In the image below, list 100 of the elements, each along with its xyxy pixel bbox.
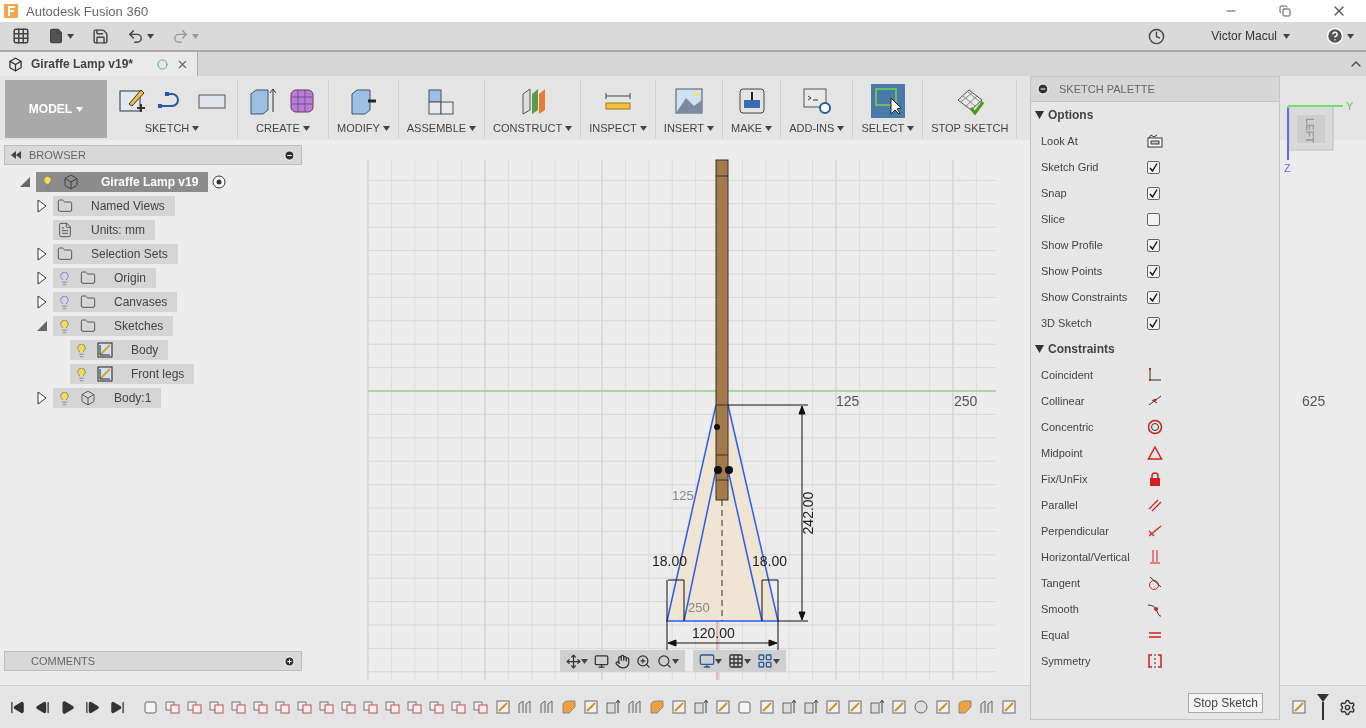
lightbulb-icon[interactable] xyxy=(74,366,89,382)
expanded-arrow-icon[interactable] xyxy=(18,175,32,189)
timeline-feature-icon[interactable] xyxy=(869,699,885,715)
perpendicular-icon[interactable] xyxy=(1147,523,1163,539)
timeline-feature-icon[interactable] xyxy=(385,699,401,715)
browser-item[interactable]: Selection Sets xyxy=(53,244,178,264)
timeline-feature-icon[interactable] xyxy=(341,699,357,715)
minimize-icon[interactable] xyxy=(1037,83,1049,95)
ribbon-menu-button[interactable]: CREATE xyxy=(256,122,310,134)
ribbon-menu-button[interactable]: STOP SKETCH xyxy=(931,122,1009,134)
lightbulb-icon[interactable] xyxy=(74,342,89,358)
timeline-feature-icon[interactable] xyxy=(297,699,313,715)
user-menu-button[interactable]: Victor Macul xyxy=(1205,28,1296,44)
stop-sketch-button[interactable]: Stop Sketch xyxy=(1188,693,1263,713)
look-at-button[interactable] xyxy=(1147,134,1163,148)
collapsed-arrow-icon[interactable] xyxy=(35,271,49,285)
section-header[interactable]: Options xyxy=(1031,102,1279,128)
timeline-feature-icon[interactable] xyxy=(451,699,467,715)
timeline-feature-icon[interactable] xyxy=(561,699,577,715)
ribbon-menu-button[interactable]: SKETCH xyxy=(144,122,200,134)
browser-item[interactable]: Sketches xyxy=(53,316,174,336)
lightbulb-icon[interactable] xyxy=(57,318,72,334)
grid-settings-button[interactable] xyxy=(728,653,751,669)
ribbon-menu-button[interactable]: ADD-INS xyxy=(789,122,845,134)
timeline-feature-icon[interactable] xyxy=(209,699,225,715)
checkbox[interactable] xyxy=(1147,264,1160,278)
browser-item[interactable]: Canvases xyxy=(53,292,178,312)
first-step-button[interactable] xyxy=(10,699,25,715)
timeline-feature-icon[interactable] xyxy=(693,699,709,715)
timeline-feature-icon[interactable] xyxy=(363,699,379,715)
timeline-feature-icon[interactable] xyxy=(539,699,555,715)
timeline-feature-icon[interactable] xyxy=(1001,699,1017,715)
timeline-feature-icon[interactable] xyxy=(583,699,599,715)
fit-button[interactable] xyxy=(657,653,679,669)
timeline-feature-icon[interactable] xyxy=(231,699,247,715)
timeline-feature-icon[interactable] xyxy=(319,699,335,715)
timeline-feature-icon[interactable] xyxy=(275,699,291,715)
triangle-icon[interactable] xyxy=(1147,445,1163,461)
play-button[interactable] xyxy=(60,699,75,715)
timeline-feature-icon[interactable] xyxy=(715,699,731,715)
ribbon-menu-button[interactable]: MODIFY xyxy=(337,122,390,134)
document-tab[interactable]: Giraffe Lamp v19* xyxy=(0,52,198,76)
smooth-icon[interactable] xyxy=(1147,601,1163,617)
collapsed-arrow-icon[interactable] xyxy=(35,199,49,213)
coincident-icon[interactable] xyxy=(1147,367,1163,383)
timeline-feature-icon[interactable] xyxy=(781,699,797,715)
timeline-feature-icon[interactable] xyxy=(165,699,181,715)
view-cube-drawing[interactable] xyxy=(1287,105,1344,161)
concentric-icon[interactable] xyxy=(1147,419,1163,435)
checkbox[interactable] xyxy=(1147,212,1160,226)
select-cursor-icon[interactable] xyxy=(870,84,905,118)
ribbon-menu-button[interactable]: ASSEMBLE xyxy=(406,122,477,134)
checkbox[interactable] xyxy=(1147,238,1160,252)
settings-button[interactable] xyxy=(1339,698,1356,716)
browser-item[interactable]: Body:1 xyxy=(53,388,162,408)
browser-item[interactable]: Units: mm xyxy=(53,220,155,240)
browser-item[interactable]: Named Views xyxy=(53,196,175,216)
lock-icon[interactable] xyxy=(1147,471,1163,487)
next-step-button[interactable] xyxy=(85,699,100,715)
ribbon-menu-button[interactable]: CONSTRUCT xyxy=(493,122,573,134)
add-comment-icon[interactable] xyxy=(284,655,295,667)
timeline-marker-icon[interactable] xyxy=(1317,694,1329,720)
previous-step-button[interactable] xyxy=(35,699,50,715)
browser-item[interactable]: Origin xyxy=(53,268,156,288)
lightbulb-icon[interactable] xyxy=(40,174,55,190)
lightbulb-icon[interactable] xyxy=(57,390,72,406)
collapsed-arrow-icon[interactable] xyxy=(35,295,49,309)
timeline-feature-icon[interactable] xyxy=(979,699,995,715)
timeline-feature-icon[interactable] xyxy=(627,699,643,715)
timeline-feature-icon[interactable] xyxy=(407,699,423,715)
collapsed-arrow-icon[interactable] xyxy=(35,247,49,261)
tangent-icon[interactable] xyxy=(1147,575,1163,591)
viewports-button[interactable] xyxy=(757,653,780,669)
orbit-button[interactable] xyxy=(566,653,588,669)
timeline-feature-icon[interactable] xyxy=(737,699,753,715)
collapsed-arrow-icon[interactable] xyxy=(35,391,49,405)
ribbon-menu-button[interactable]: INSERT xyxy=(663,122,714,134)
minimize-icon[interactable] xyxy=(284,149,295,161)
checkbox[interactable] xyxy=(1147,186,1160,200)
timeline-feature-icon[interactable] xyxy=(253,699,269,715)
timeline-feature-icon[interactable] xyxy=(649,699,665,715)
timeline-feature-icon[interactable] xyxy=(429,699,445,715)
timeline-feature-icon[interactable] xyxy=(847,699,863,715)
checkbox[interactable] xyxy=(1147,290,1160,304)
ribbon-menu-button[interactable]: INSPECT xyxy=(589,122,647,134)
checkbox[interactable] xyxy=(1147,316,1160,330)
radio-icon[interactable] xyxy=(212,175,227,189)
timeline-feature-icon[interactable] xyxy=(143,699,159,715)
ribbon-menu-button[interactable]: SELECT xyxy=(861,122,915,134)
browser-item[interactable]: Front legs xyxy=(70,364,195,384)
bracket-icon[interactable] xyxy=(1147,653,1163,669)
timeline-feature-icon[interactable] xyxy=(935,699,951,715)
timeline-feature-icon[interactable] xyxy=(1291,699,1307,715)
dimension-label[interactable]: 120.00 xyxy=(692,625,735,641)
timeline-feature-icon[interactable] xyxy=(495,699,511,715)
timeline-feature-icon[interactable] xyxy=(187,699,203,715)
browser-item[interactable]: Body xyxy=(70,340,169,360)
checkbox[interactable] xyxy=(1147,160,1160,174)
timeline-feature-icon[interactable] xyxy=(473,699,489,715)
display-settings-button[interactable] xyxy=(699,653,722,669)
